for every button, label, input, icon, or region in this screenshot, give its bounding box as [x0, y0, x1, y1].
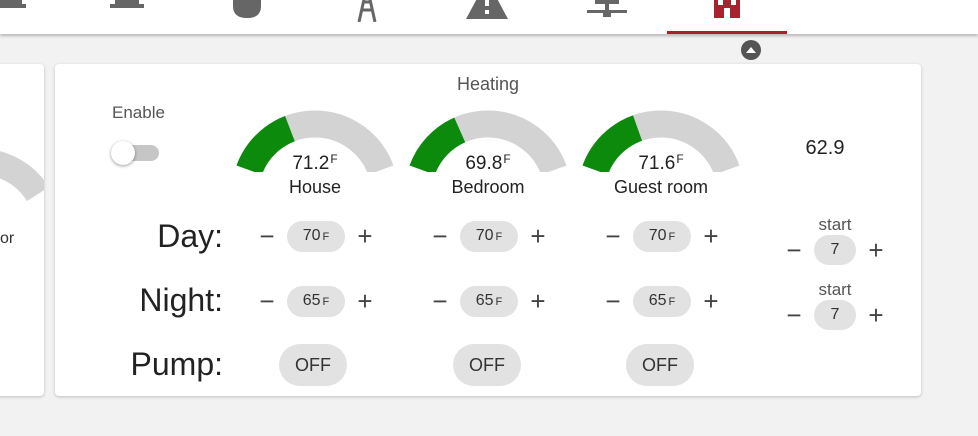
tab-cooking[interactable]: [67, 0, 187, 34]
gauge-bedroom: 69.8F Bedroom: [403, 102, 573, 202]
toggle-knob: [111, 141, 135, 165]
zone-temp: 71.2F: [292, 152, 338, 174]
zone-name: House: [288, 177, 342, 197]
night-setpoint-guest-room: − 65 F +: [600, 285, 724, 317]
day-setpoint-house: − 70 F +: [254, 220, 378, 252]
night-row-label: Night:: [139, 282, 223, 318]
monitor-icon: [0, 0, 26, 8]
decrement-button[interactable]: −: [254, 286, 280, 316]
tab-stove[interactable]: [187, 0, 307, 34]
decrement-button[interactable]: −: [427, 286, 453, 316]
increment-button[interactable]: +: [525, 221, 551, 251]
zone-temp: 71.6F: [638, 152, 684, 174]
enable-label: Enable: [112, 103, 165, 122]
setpoint-value[interactable]: 70 F: [287, 220, 345, 252]
tab-alerts[interactable]: [427, 0, 547, 34]
enable-toggle[interactable]: [111, 141, 161, 165]
day-setpoint-bedroom: − 70 F +: [427, 220, 551, 252]
day-start-stepper: − 7 +: [780, 235, 890, 265]
card-title: Heating: [456, 74, 520, 94]
setpoint-value[interactable]: 70 F: [460, 220, 518, 252]
decrement-button[interactable]: −: [781, 235, 807, 265]
heating-card: Heating Enable 71.2F House 69.8F Bedroom…: [55, 64, 921, 396]
zone-name: Bedroom: [451, 177, 525, 197]
setpoint-value[interactable]: 70 F: [633, 220, 691, 252]
increment-button[interactable]: +: [698, 221, 724, 251]
setpoint-value[interactable]: 65 F: [287, 285, 345, 317]
tab-power[interactable]: [307, 0, 427, 34]
setpoint-value[interactable]: 65 F: [460, 285, 518, 317]
day-setpoint-guest-room: − 70 F +: [600, 220, 724, 252]
setpoint-value[interactable]: 65 F: [633, 285, 691, 317]
night-setpoint-house: − 65 F +: [254, 285, 378, 317]
zone-temp: 69.8F: [465, 152, 511, 174]
start-value[interactable]: 7: [814, 235, 856, 265]
pump-toggle-house[interactable]: OFF: [279, 344, 347, 386]
gauge-house: 71.2F House: [230, 102, 400, 202]
decrement-button[interactable]: −: [600, 286, 626, 316]
decrement-button[interactable]: −: [781, 300, 807, 330]
increment-button[interactable]: +: [352, 221, 378, 251]
start-label: start: [818, 280, 852, 299]
start-label: start: [818, 215, 852, 234]
night-start-time: start − 7 +: [780, 280, 890, 330]
night-start-stepper: − 7 +: [780, 300, 890, 330]
decrement-button[interactable]: −: [427, 221, 453, 251]
increment-button[interactable]: +: [352, 286, 378, 316]
decrement-button[interactable]: −: [600, 221, 626, 251]
decrement-button[interactable]: −: [254, 221, 280, 251]
start-value[interactable]: 7: [814, 300, 856, 330]
top-nav-bar: [0, 0, 978, 34]
cooking-pot-icon: [110, 0, 144, 8]
pump-toggle-bedroom[interactable]: OFF: [453, 344, 521, 386]
increment-button[interactable]: +: [863, 300, 889, 330]
increment-button[interactable]: +: [698, 286, 724, 316]
network-icon: [587, 0, 627, 17]
day-start-time: start − 7 +: [780, 215, 890, 265]
tab-network[interactable]: [547, 0, 667, 34]
night-setpoint-bedroom: − 65 F +: [427, 285, 551, 317]
building-icon: [714, 0, 740, 18]
power-tower-icon: [357, 0, 377, 22]
gauge-guest-room: 71.6F Guest room: [576, 102, 746, 202]
tab-heating[interactable]: [667, 0, 787, 34]
zone-name: Guest room: [613, 177, 709, 197]
stove-icon: [233, 0, 261, 18]
warning-icon: [466, 0, 508, 19]
previous-card: or: [0, 64, 44, 396]
tab-monitor[interactable]: [0, 0, 70, 34]
increment-button[interactable]: +: [863, 235, 889, 265]
pump-toggle-guest-room[interactable]: OFF: [626, 344, 694, 386]
collapse-button[interactable]: [741, 40, 761, 60]
outside-temp: 62.9: [805, 137, 845, 159]
increment-button[interactable]: +: [525, 286, 551, 316]
pump-row-label: Pump:: [130, 346, 223, 382]
partial-label: or: [0, 230, 15, 247]
partial-gauge: [0, 151, 44, 202]
chevron-up-icon: [746, 47, 756, 53]
day-row-label: Day:: [157, 218, 223, 254]
